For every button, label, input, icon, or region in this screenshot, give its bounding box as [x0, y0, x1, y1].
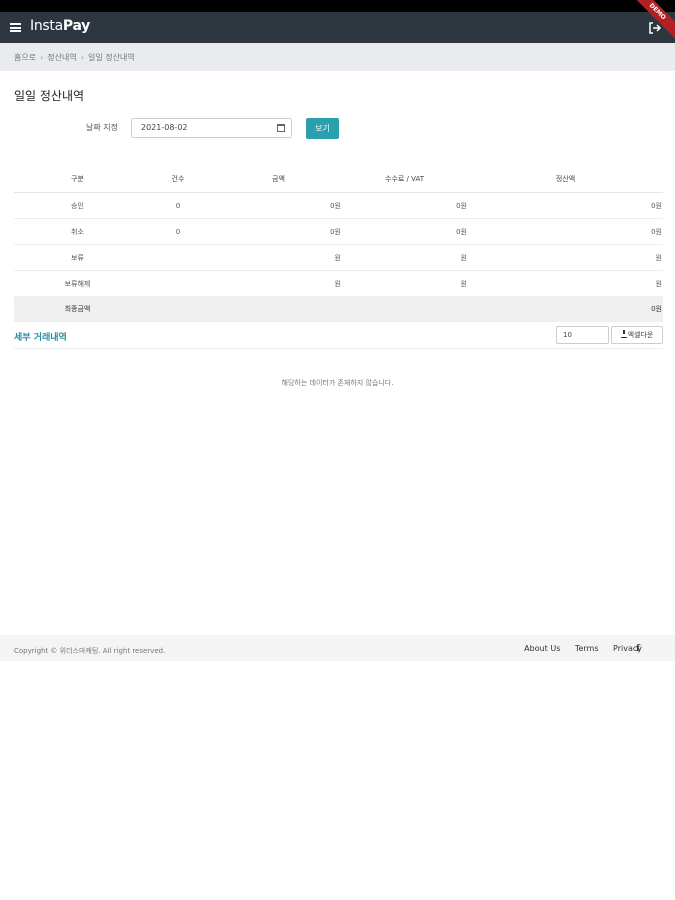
summary-table: 구분 건수 금액 수수료 / VAT 정산액 승인 0 0원 0원 0원 취소 …	[14, 166, 663, 322]
footer-links: About Us Terms Privacy	[512, 644, 642, 653]
header-settlement: 정산액	[468, 166, 663, 193]
cell-settlement: 0원	[468, 296, 663, 322]
cell-fee: 원	[341, 244, 468, 271]
footer: Copyright © 위더스마케팅. All right reserved. …	[0, 635, 675, 661]
cell-fee: 0원	[341, 218, 468, 245]
table-row: 승인 0 0원 0원 0원	[14, 192, 663, 219]
excel-download-button[interactable]: 엑셀다운	[611, 326, 663, 344]
cell-count	[141, 270, 215, 297]
page-title: 일일 정산내역	[14, 89, 85, 103]
cell-category: 취소	[14, 218, 141, 245]
footer-link-about[interactable]: About Us	[524, 644, 560, 653]
brand-bold: Pay	[62, 18, 91, 34]
cell-settlement: 0원	[468, 192, 663, 219]
brand-light: Insta	[30, 18, 63, 34]
top-navbar	[0, 12, 675, 43]
cell-count: 0	[141, 192, 215, 219]
header-amount: 금액	[215, 166, 341, 193]
cell-count: 0	[141, 218, 215, 245]
brand-logo[interactable]: InstaPay	[30, 18, 90, 34]
breadcrumb: 홈으로 › 정산내역 › 일일 정산내역	[0, 43, 675, 71]
copyright-text: Copyright © 위더스마케팅. All right reserved.	[14, 647, 166, 655]
breadcrumb-current: 일일 정산내역	[87, 53, 135, 62]
divider	[14, 348, 663, 349]
detail-transactions-title: 세부 거래내역	[14, 333, 67, 343]
date-label: 날짜 지정	[86, 123, 118, 132]
table-row: 보류해제 원 원 원	[14, 270, 663, 297]
footer-link-terms[interactable]: Terms	[575, 644, 599, 653]
status-bar	[0, 0, 675, 12]
cell-fee	[341, 296, 468, 322]
excel-download-label: 엑셀다운	[627, 331, 654, 339]
date-input[interactable]: 2021-08-02	[131, 118, 292, 138]
empty-state-message: 해당하는 데이터가 존재하지 않습니다.	[281, 379, 394, 387]
page-size-select[interactable]: 10	[556, 326, 609, 344]
cell-amount: 0원	[215, 192, 341, 219]
cell-settlement: 원	[468, 270, 663, 297]
table-header-row: 구분 건수 금액 수수료 / VAT 정산액	[14, 166, 663, 193]
breadcrumb-home[interactable]: 홈으로	[14, 53, 36, 62]
table-row: 취소 0 0원 0원 0원	[14, 218, 663, 245]
table-row: 보류 원 원 원	[14, 244, 663, 271]
cell-count	[141, 244, 215, 271]
cell-category: 최종금액	[14, 296, 141, 322]
cell-amount: 원	[215, 270, 341, 297]
cell-amount	[215, 296, 341, 322]
header-category: 구분	[14, 166, 141, 193]
cell-settlement: 원	[468, 244, 663, 271]
breadcrumb-settlement[interactable]: 정산내역	[47, 53, 76, 62]
cell-settlement: 0원	[468, 218, 663, 245]
calendar-icon[interactable]	[277, 124, 285, 132]
table-total-row: 최종금액 0원	[14, 296, 663, 322]
download-icon	[620, 330, 627, 338]
cell-category: 승인	[14, 192, 141, 219]
cell-amount: 0원	[215, 218, 341, 245]
view-button[interactable]: 보기	[306, 118, 339, 139]
cell-fee: 원	[341, 270, 468, 297]
hamburger-menu-icon[interactable]	[10, 23, 21, 32]
breadcrumb-separator: ›	[80, 53, 84, 62]
header-count: 건수	[141, 166, 215, 193]
cell-category: 보류해제	[14, 270, 141, 297]
cell-fee: 0원	[341, 192, 468, 219]
breadcrumb-separator: ›	[40, 53, 44, 62]
facebook-icon[interactable]: f	[636, 644, 640, 654]
date-value: 2021-08-02	[141, 123, 188, 132]
cell-amount: 원	[215, 244, 341, 271]
header-fee-vat: 수수료 / VAT	[341, 166, 468, 193]
cell-category: 보류	[14, 244, 141, 271]
cell-count	[141, 296, 215, 322]
